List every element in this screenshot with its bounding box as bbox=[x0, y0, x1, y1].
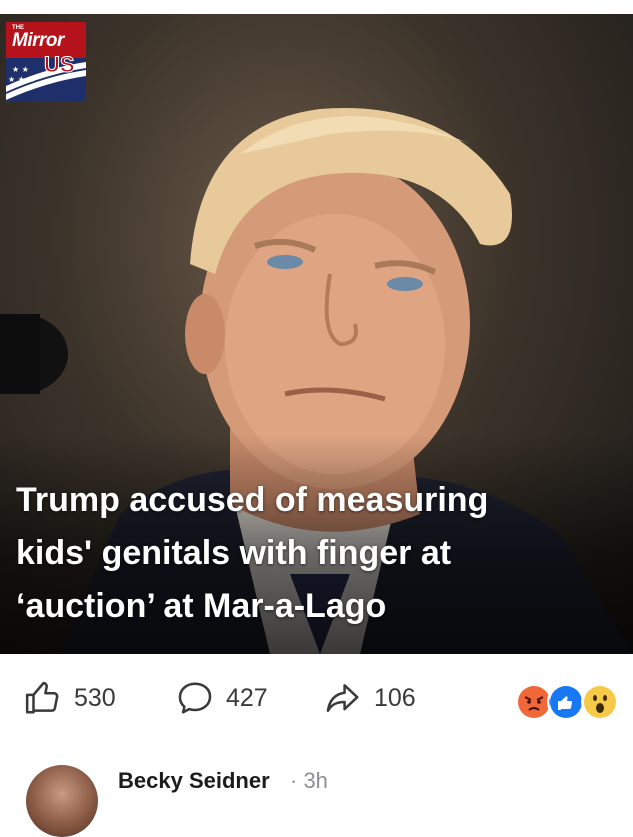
thumbs-up-icon bbox=[25, 681, 59, 714]
svg-text:★ ★ ★: ★ ★ ★ bbox=[8, 75, 35, 84]
wow-reaction-icon bbox=[581, 683, 619, 721]
share-arrow-icon bbox=[326, 684, 359, 712]
comment-author[interactable]: Becky Seidner bbox=[118, 768, 270, 794]
like-count: 530 bbox=[74, 683, 116, 712]
reaction-summary[interactable] bbox=[515, 683, 619, 723]
share-button[interactable]: 106 bbox=[324, 668, 416, 728]
comment-time: · 3h bbox=[290, 768, 328, 793]
post-image[interactable]: THE Mirror ★ ★ ★ ★ ★ US Trump accused of… bbox=[0, 14, 633, 654]
top-strip bbox=[0, 0, 633, 14]
post-headline[interactable]: Trump accused of measuring kids' genital… bbox=[16, 474, 596, 633]
comment-button[interactable]: 427 bbox=[176, 668, 268, 728]
logo-mirror: Mirror bbox=[12, 30, 64, 51]
avatar[interactable] bbox=[26, 765, 98, 837]
logo-us: US bbox=[44, 52, 76, 78]
like-reaction-icon bbox=[547, 683, 585, 721]
comment-bubble-icon bbox=[178, 682, 212, 714]
comment-preview[interactable]: Becky Seidner · 3h bbox=[0, 755, 633, 837]
mirror-us-logo: THE Mirror ★ ★ ★ ★ ★ US bbox=[6, 22, 86, 102]
share-count: 106 bbox=[374, 683, 416, 712]
svg-text:★ ★: ★ ★ bbox=[12, 65, 29, 74]
like-button[interactable]: 530 bbox=[24, 668, 116, 728]
comment-count: 427 bbox=[226, 683, 268, 712]
post-actions-bar: 530 427 106 bbox=[0, 668, 633, 728]
